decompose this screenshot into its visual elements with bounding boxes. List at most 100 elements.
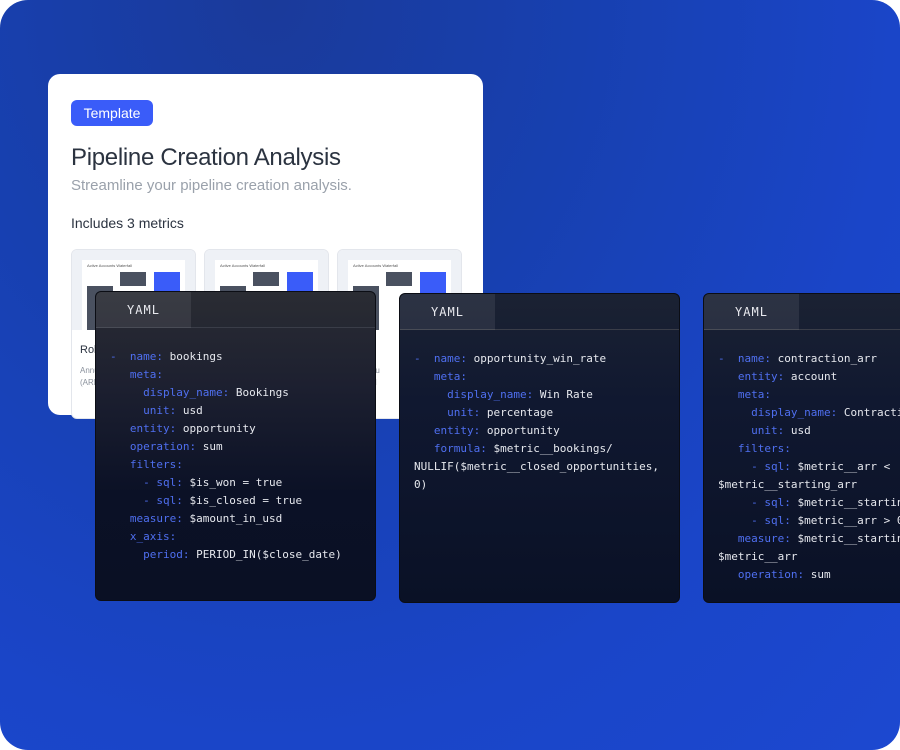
tab-yaml[interactable]: YAML <box>704 294 799 330</box>
yaml-value: $is_won = true <box>182 476 283 489</box>
yaml-key: unit: <box>143 404 177 417</box>
yaml-key: meta: <box>433 370 467 383</box>
subtitle: Streamline your pipeline creation analys… <box>71 177 352 194</box>
code-line: display_name: Bookings <box>110 384 342 402</box>
code-line: display_name: Win Rate <box>414 386 659 404</box>
yaml-key: display_name: <box>143 386 230 399</box>
code-line: operation: sum <box>110 438 342 456</box>
list-dash: - <box>718 352 738 365</box>
yaml-value: $metric__starting <box>790 496 900 509</box>
yaml-value: percentage <box>480 406 554 419</box>
code-line: - name: contraction_arr <box>718 350 900 368</box>
yaml-key: - sql: <box>751 496 791 509</box>
yaml-value: 0) <box>414 478 428 491</box>
code-line: measure: $amount_in_usd <box>110 510 342 528</box>
code-line: entity: opportunity <box>110 420 342 438</box>
yaml-key: - sql: <box>751 460 791 473</box>
yaml-key: display_name: <box>751 406 838 419</box>
code-line: $metric__arr <box>718 548 900 566</box>
code-line: $metric__starting_arr <box>718 476 900 494</box>
chart-caption: Active Accounts Waterfall <box>87 263 132 268</box>
yaml-value: $metric__arr < <box>790 460 891 473</box>
code-line: formula: $metric__bookings/ <box>414 440 659 458</box>
code-line: - sql: $metric__arr > 0 <box>718 512 900 530</box>
yaml-key: meta: <box>129 368 163 381</box>
yaml-value: $is_closed = true <box>182 494 303 507</box>
code-line: operation: sum <box>718 566 900 584</box>
yaml-value: Bookings <box>229 386 289 399</box>
yaml-value: opportunity <box>480 424 560 437</box>
yaml-key: unit: <box>447 406 481 419</box>
yaml-code-panel: YAML - name: bookings meta: display_name:… <box>95 291 376 601</box>
code-line: entity: account <box>718 368 900 386</box>
code-line: measure: $metric__startin <box>718 530 900 548</box>
code-block: - name: opportunity_win_rate meta: displ… <box>414 350 659 494</box>
code-block: - name: bookings meta: display_name: Boo… <box>110 348 342 564</box>
yaml-value: opportunity <box>176 422 256 435</box>
yaml-code-panel: YAML - name: contraction_arr entity: acco… <box>703 293 900 603</box>
yaml-key: formula: <box>433 442 487 455</box>
yaml-value: $metric__startin <box>790 532 900 545</box>
tab-yaml[interactable]: YAML <box>96 292 191 328</box>
template-badge: Template <box>71 100 153 126</box>
tab-bar: YAML <box>400 294 679 330</box>
yaml-key: entity: <box>129 422 177 435</box>
yaml-key: measure: <box>737 532 791 545</box>
code-line: - name: bookings <box>110 348 342 366</box>
yaml-key: entity: <box>433 424 481 437</box>
code-line: unit: percentage <box>414 404 659 422</box>
chart-bar <box>120 272 146 286</box>
code-line: unit: usd <box>110 402 342 420</box>
code-line: - sql: $metric__starting <box>718 494 900 512</box>
code-line: filters: <box>110 456 342 474</box>
code-line: - sql: $is_won = true <box>110 474 342 492</box>
yaml-value: sum <box>196 440 223 453</box>
chart-bar <box>253 272 279 286</box>
tab-yaml[interactable]: YAML <box>400 294 495 330</box>
yaml-key: name: <box>737 352 771 365</box>
yaml-key: operation: <box>737 568 805 581</box>
yaml-value: sum <box>804 568 831 581</box>
code-line: NULLIF($metric__closed_opportunities, <box>414 458 659 476</box>
tab-bar: YAML <box>96 292 375 328</box>
metrics-count: Includes 3 metrics <box>71 215 184 231</box>
page-title: Pipeline Creation Analysis <box>71 144 341 171</box>
yaml-key: - sql: <box>751 514 791 527</box>
yaml-value: Win Rate <box>533 388 593 401</box>
code-line: unit: usd <box>718 422 900 440</box>
yaml-key: name: <box>433 352 467 365</box>
yaml-key: meta: <box>737 388 771 401</box>
code-line: - sql: $is_closed = true <box>110 492 342 510</box>
yaml-key: filters: <box>737 442 791 455</box>
list-dash: - <box>414 352 434 365</box>
yaml-key: unit: <box>751 424 785 437</box>
code-block: - name: contraction_arr entity: account … <box>718 350 900 584</box>
yaml-key: display_name: <box>447 388 534 401</box>
yaml-value: opportunity_win_rate <box>467 352 607 365</box>
chart-caption: Active Accounts Waterfall <box>220 263 265 268</box>
yaml-value: $metric__bookings/ <box>486 442 613 455</box>
yaml-key: - sql: <box>143 494 183 507</box>
yaml-key: measure: <box>129 512 183 525</box>
chart-caption: Active Accounts Waterfall <box>353 263 398 268</box>
yaml-value: PERIOD_IN($close_date) <box>189 548 342 561</box>
yaml-value: account <box>784 370 838 383</box>
yaml-value: $metric__starting_arr <box>718 478 858 491</box>
yaml-value: $metric__arr <box>718 550 798 563</box>
chart-bar <box>386 272 412 286</box>
code-line: meta: <box>718 386 900 404</box>
code-line: period: PERIOD_IN($close_date) <box>110 546 342 564</box>
yaml-value: $amount_in_usd <box>182 512 283 525</box>
yaml-value: Contraction <box>843 406 900 419</box>
yaml-key: operation: <box>129 440 197 453</box>
yaml-code-panel: YAML - name: opportunity_win_rate meta: d… <box>399 293 680 603</box>
list-dash: - <box>110 350 130 363</box>
code-line: - name: opportunity_win_rate <box>414 350 659 368</box>
code-line: meta: <box>110 366 342 384</box>
code-line: meta: <box>414 368 659 386</box>
yaml-value: NULLIF($metric__closed_opportunities, <box>414 460 660 473</box>
yaml-key: x_axis: <box>129 530 177 543</box>
code-line: x_axis: <box>110 528 342 546</box>
tab-bar: YAML <box>704 294 900 330</box>
yaml-key: period: <box>143 548 190 561</box>
